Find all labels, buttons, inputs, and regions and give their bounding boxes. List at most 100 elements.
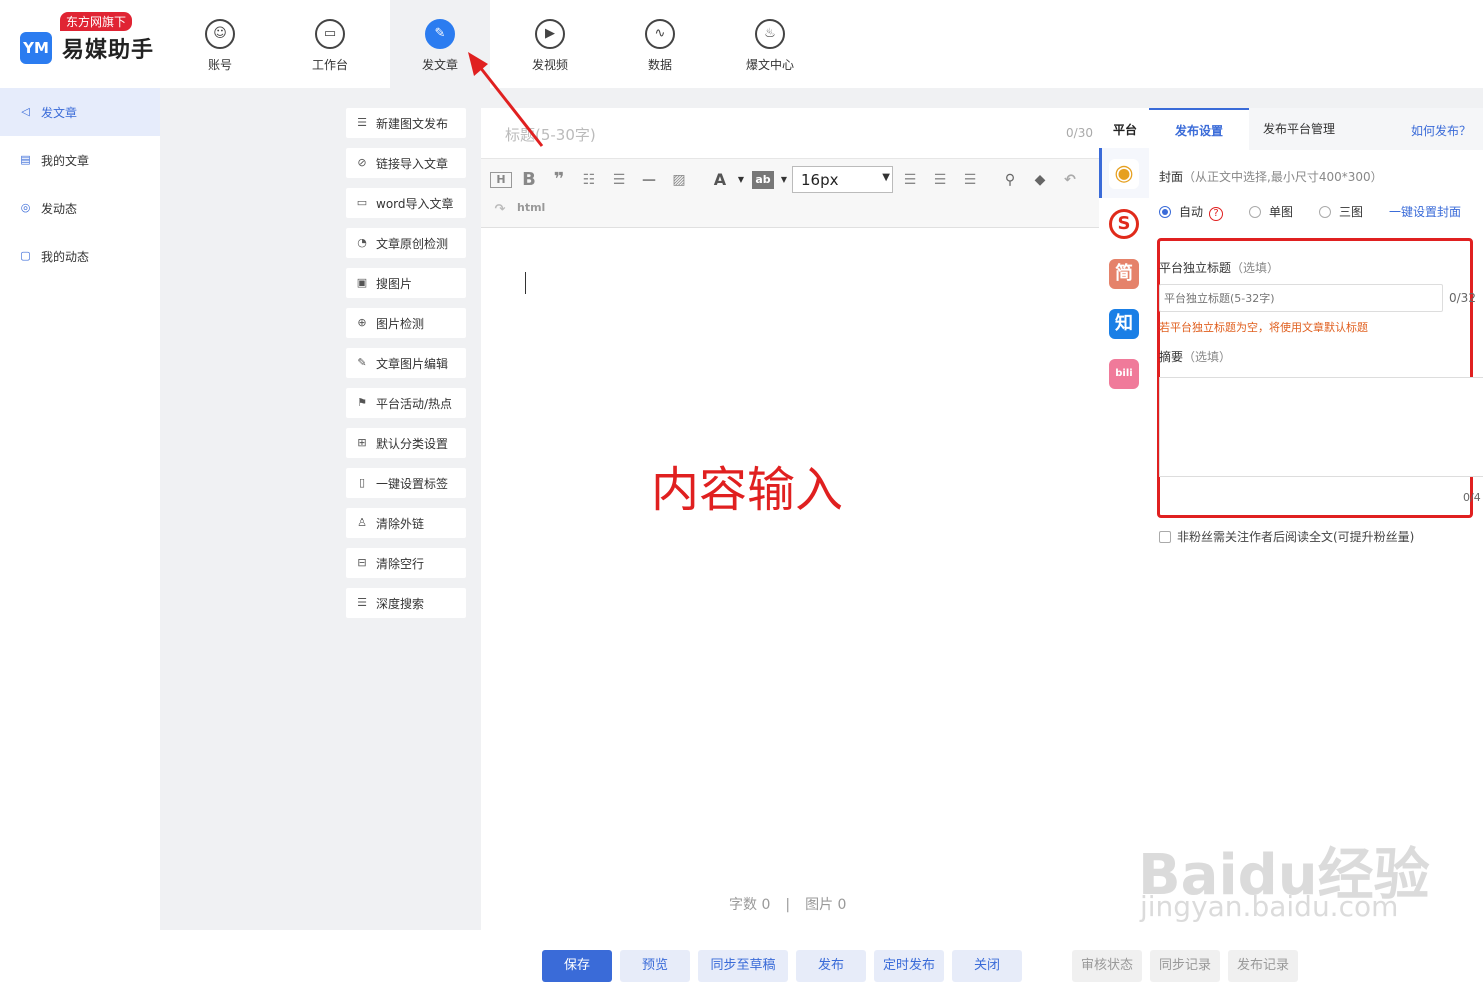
title-char-count: 0/30 xyxy=(1066,126,1093,140)
tool-label: 深度搜索 xyxy=(376,597,425,611)
publish-settings-panel: 发布设置 发布平台管理 如何发布？ 封面（从正文中选择,最小尺寸400*300）… xyxy=(1149,108,1483,930)
platform-title-label-text: 平台独立标题 xyxy=(1159,261,1232,275)
radio-unchecked-icon xyxy=(1319,206,1331,218)
align-center-icon[interactable]: ☰ xyxy=(929,169,951,191)
publish-log-button[interactable]: 发布记录 xyxy=(1228,950,1298,982)
divider-icon[interactable]: — xyxy=(638,169,660,191)
tag-icon: ▯ xyxy=(358,476,366,489)
help-icon[interactable]: ? xyxy=(1209,207,1224,221)
bottom-action-bar: 保存 预览 同步至草稿 发布 定时发布 关闭 审核状态 同步记录 发布记录 xyxy=(160,930,1483,984)
nav-tab-label: 数据 xyxy=(647,58,672,72)
align-right-icon[interactable]: ☰ xyxy=(959,169,981,191)
sohu-icon[interactable]: S xyxy=(1109,209,1139,239)
font-size-select[interactable]: 16px ▼ xyxy=(792,166,893,193)
tab-publish-settings[interactable]: 发布设置 xyxy=(1149,108,1249,150)
html-toggle[interactable]: html xyxy=(517,201,545,214)
preview-button[interactable]: 预览 xyxy=(620,950,690,982)
review-status-button[interactable]: 审核状态 xyxy=(1072,950,1142,982)
tool-label: 默认分类设置 xyxy=(376,437,449,451)
tool-new-article[interactable]: ☰ 新建图文发布 xyxy=(346,108,466,138)
stats-separator: | xyxy=(785,897,791,913)
nav-tab-account[interactable]: ☺ 账号 xyxy=(170,0,270,88)
cover-option-single[interactable]: 单图 xyxy=(1249,203,1293,220)
chart-icon: ∿ xyxy=(645,19,675,49)
platform-title-warning: 若平台独立标题为空，将使用文章默认标题 xyxy=(1159,321,1368,334)
schedule-publish-button[interactable]: 定时发布 xyxy=(874,950,944,982)
nav-tab-data[interactable]: ∿ 数据 xyxy=(610,0,710,88)
sync-draft-button[interactable]: 同步至草稿 xyxy=(698,950,788,982)
tool-default-category[interactable]: ⊞ 默认分类设置 xyxy=(346,428,466,458)
sidebar-item-my-updates[interactable]: ▢ 我的动态 xyxy=(0,232,160,280)
tool-link-import[interactable]: ⊘ 链接导入文章 xyxy=(346,148,466,178)
weibo-icon[interactable]: ◉ xyxy=(1109,159,1139,189)
image-icon[interactable]: ▨ xyxy=(668,169,690,191)
cover-option-auto[interactable]: 自动? xyxy=(1159,203,1224,221)
tool-set-tags[interactable]: ▯ 一键设置标签 xyxy=(346,468,466,498)
how-to-publish-link[interactable]: 如何发布？ xyxy=(1411,122,1471,139)
list-add-icon: ☰ xyxy=(357,116,367,129)
tool-image-check[interactable]: ⊕ 图片检测 xyxy=(346,308,466,338)
app-logo[interactable]: YM 易媒助手 东方网旗下 xyxy=(18,10,168,70)
edit-icon: ✎ xyxy=(357,356,367,369)
font-color-icon[interactable]: A xyxy=(709,169,731,191)
document-icon: ▤ xyxy=(20,153,31,166)
word-count: 字数 0 xyxy=(729,897,771,913)
cover-option-triple[interactable]: 三图 xyxy=(1319,203,1363,220)
publish-button[interactable]: 发布 xyxy=(796,950,866,982)
zhihu-icon[interactable]: 知 xyxy=(1109,309,1139,339)
text-cursor xyxy=(525,272,526,294)
bilibili-icon[interactable]: bili xyxy=(1109,359,1139,389)
jianshu-icon[interactable]: 简 xyxy=(1109,259,1139,289)
watermark-url: jingyan.baidu.com xyxy=(1140,890,1399,923)
nav-tab-viral-center[interactable]: ♨ 爆文中心 xyxy=(720,0,820,88)
platform-title-count: 0/32 xyxy=(1449,291,1476,305)
sidebar-item-post-article[interactable]: ◁ 发文章 xyxy=(0,88,160,136)
message-icon: ▢ xyxy=(20,249,31,262)
platform-title-input[interactable] xyxy=(1159,284,1443,312)
highlight-icon[interactable]: ab xyxy=(752,171,774,189)
sidebar-item-label: 我的动态 xyxy=(41,250,90,264)
tool-image-edit[interactable]: ✎ 文章图片编辑 xyxy=(346,348,466,378)
tool-deep-search[interactable]: ☰ 深度搜索 xyxy=(346,588,466,618)
tool-label: 平台活动/热点 xyxy=(376,397,453,411)
tool-label: 文章图片编辑 xyxy=(376,357,449,371)
nav-tab-workbench[interactable]: ▭ 工作台 xyxy=(280,0,380,88)
fire-icon: ♨ xyxy=(755,19,785,49)
cover-option-label: 三图 xyxy=(1339,205,1364,219)
annotation-arrow-icon xyxy=(468,52,544,147)
monitor-icon: ▭ xyxy=(315,19,345,49)
one-click-cover-link[interactable]: 一键设置封面 xyxy=(1389,203,1461,220)
tool-originality-check[interactable]: ◔ 文章原创检测 xyxy=(346,228,466,258)
tool-search-images[interactable]: ▣ 搜图片 xyxy=(346,268,466,298)
optional-hint: （选填） xyxy=(1183,350,1232,364)
redo-icon[interactable]: ↷ xyxy=(489,199,511,221)
close-button[interactable]: 关闭 xyxy=(952,950,1022,982)
deep-search-icon: ☰ xyxy=(357,596,367,609)
summary-count: 0/4 xyxy=(1463,491,1481,504)
summary-textarea[interactable] xyxy=(1159,377,1483,477)
title-row[interactable]: 标题(5-30字) 0/30 xyxy=(481,108,1099,158)
ordered-list-icon[interactable]: ☷ xyxy=(578,169,600,191)
image-count: 图片 0 xyxy=(805,897,847,913)
tool-platform-events[interactable]: ⚑ 平台活动/热点 xyxy=(346,388,466,418)
checkbox-unchecked-icon xyxy=(1159,531,1171,543)
heading-icon[interactable]: H xyxy=(490,172,512,188)
fans-only-checkbox[interactable]: 非粉丝需关注作者后阅读全文(可提升粉丝量) xyxy=(1159,528,1414,545)
tab-platform-management[interactable]: 发布平台管理 xyxy=(1249,108,1349,150)
sync-log-button[interactable]: 同步记录 xyxy=(1150,950,1220,982)
unordered-list-icon[interactable]: ☰ xyxy=(608,169,630,191)
align-left-icon[interactable]: ☰ xyxy=(899,169,921,191)
save-button[interactable]: 保存 xyxy=(542,950,612,982)
chevron-down-icon[interactable]: ▼ xyxy=(730,169,752,191)
tool-clear-blank-lines[interactable]: ⊟ 清除空行 xyxy=(346,548,466,578)
radio-checked-icon xyxy=(1159,206,1171,218)
tool-word-import[interactable]: ▭ word导入文章 xyxy=(346,188,466,218)
undo-icon[interactable]: ↶ xyxy=(1059,169,1081,191)
eraser-icon[interactable]: ◆ xyxy=(1029,169,1051,191)
sidebar-item-post-update[interactable]: ◎ 发动态 xyxy=(0,184,160,232)
quote-icon[interactable]: ❞ xyxy=(548,169,570,191)
tool-clear-links[interactable]: ♙ 清除外链 xyxy=(346,508,466,538)
find-icon[interactable]: ⚲ xyxy=(999,169,1021,191)
bold-icon[interactable]: B xyxy=(518,169,540,191)
sidebar-item-my-articles[interactable]: ▤ 我的文章 xyxy=(0,136,160,184)
